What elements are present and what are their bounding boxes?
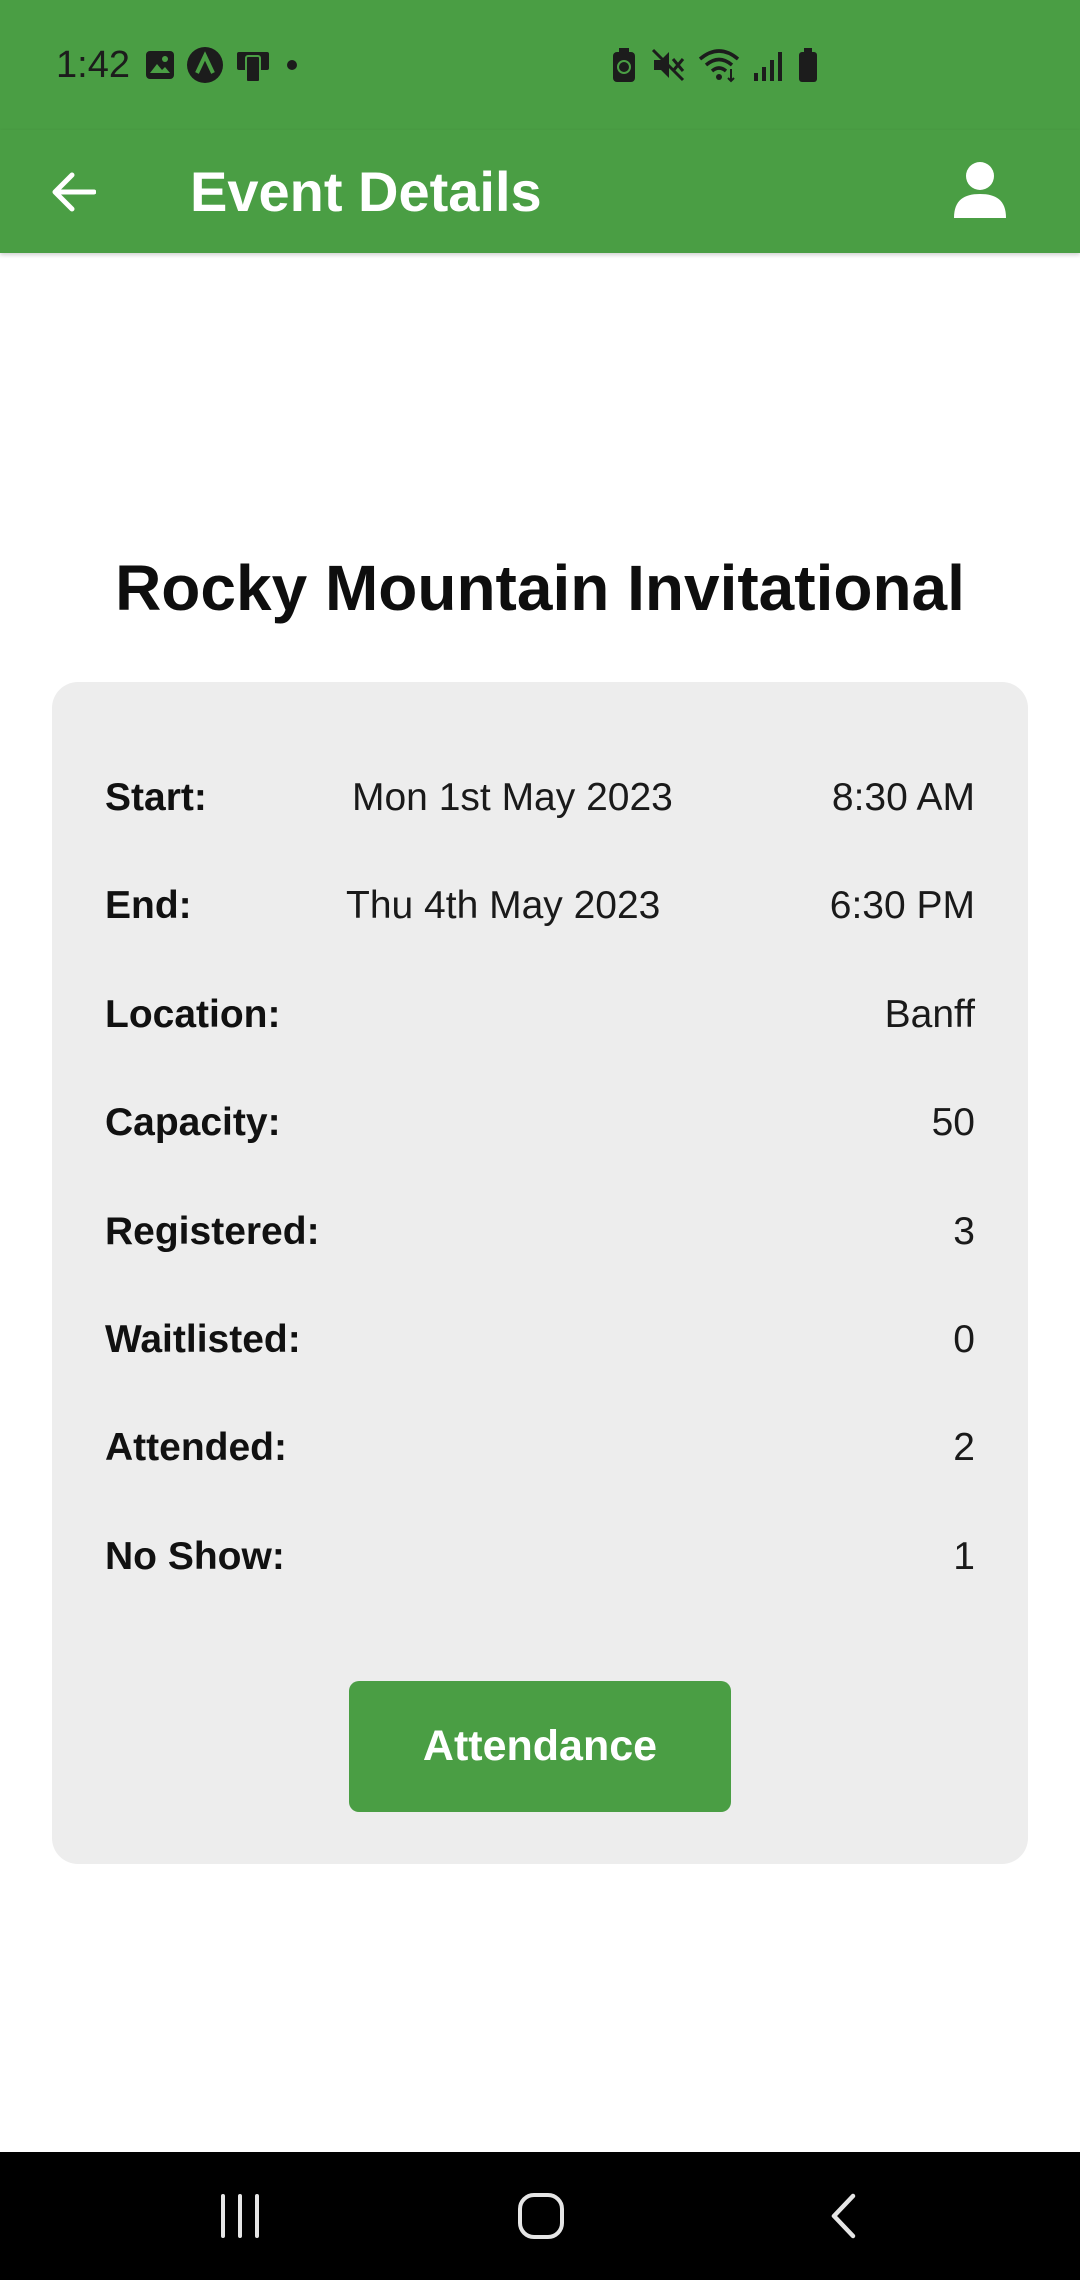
attendance-button[interactable]: Attendance (349, 1681, 731, 1812)
device-icon (237, 52, 269, 83)
status-bar: 1:42 (0, 0, 1080, 130)
registered-row: Registered: 3 (105, 1204, 975, 1260)
attended-row: Attended: 2 (105, 1420, 975, 1476)
system-back-button[interactable] (763, 2152, 923, 2280)
end-date: Thu 4th May 2023 (346, 884, 661, 927)
dot-icon (287, 60, 297, 70)
home-button[interactable] (461, 2152, 621, 2280)
no-show-row: No Show: 1 (105, 1529, 975, 1585)
no-show-label: No Show: (105, 1535, 285, 1578)
status-system-icons (610, 46, 820, 84)
event-details-card: Start: Mon 1st May 2023 8:30 AM End: Thu… (52, 682, 1028, 1864)
battery-icon (799, 48, 817, 82)
status-notification-icons (144, 46, 302, 84)
app-badge-icon (187, 47, 223, 83)
event-title: Rocky Mountain Invitational (115, 552, 965, 624)
capacity-label: Capacity: (105, 1101, 281, 1144)
wifi-icon (698, 49, 740, 83)
location-row: Location: Banff (105, 987, 975, 1043)
waitlisted-row: Waitlisted: 0 (105, 1312, 975, 1368)
recents-button[interactable] (160, 2152, 320, 2280)
location-label: Location: (105, 993, 281, 1036)
gallery-icon (146, 51, 174, 79)
end-label: End: (105, 884, 192, 927)
waitlisted-value: 0 (953, 1318, 975, 1361)
start-time: 8:30 AM (831, 776, 975, 819)
battery-saver-icon (613, 48, 635, 82)
app-bar: Event Details (0, 130, 1080, 253)
location-value: Banff (884, 993, 975, 1036)
capacity-row: Capacity: 50 (105, 1095, 975, 1151)
back-icon (831, 2193, 856, 2239)
status-time: 1:42 (56, 44, 130, 86)
person-icon (954, 162, 1006, 218)
navigation-bar (0, 2152, 1080, 2280)
start-row: Start: Mon 1st May 2023 8:30 AM (105, 770, 975, 826)
attended-label: Attended: (105, 1426, 287, 1469)
start-date: Mon 1st May 2023 (352, 776, 673, 819)
arrow-back-icon (52, 172, 96, 212)
home-icon (518, 2193, 564, 2239)
profile-button[interactable] (940, 150, 1020, 230)
back-button[interactable] (40, 162, 106, 222)
attended-value: 2 (953, 1426, 975, 1469)
no-show-value: 1 (953, 1535, 975, 1578)
waitlisted-label: Waitlisted: (105, 1318, 301, 1361)
page-title: Event Details (190, 160, 542, 223)
recents-icon (221, 2194, 259, 2238)
end-time: 6:30 PM (829, 884, 975, 927)
end-row: End: Thu 4th May 2023 6:30 PM (105, 878, 975, 934)
capacity-value: 50 (931, 1101, 975, 1144)
signal-icon (754, 52, 782, 81)
start-label: Start: (105, 776, 207, 819)
registered-label: Registered: (105, 1210, 320, 1253)
registered-value: 3 (953, 1210, 975, 1253)
mute-icon (651, 48, 685, 82)
